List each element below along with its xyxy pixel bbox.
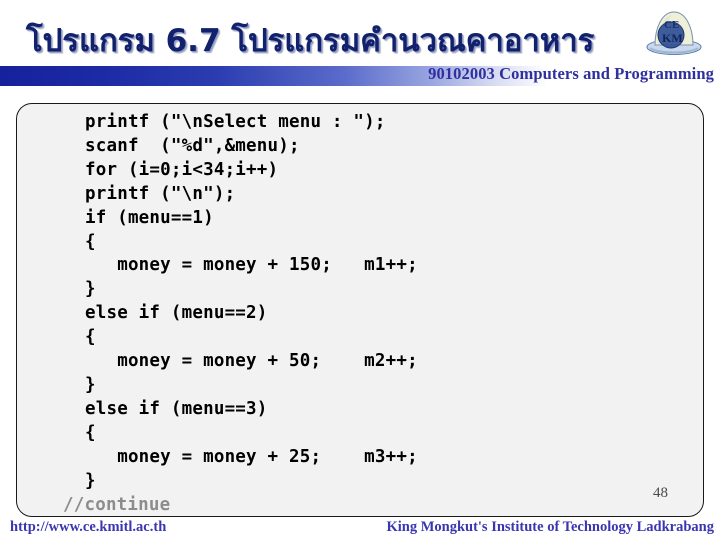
course-banner-label: 90102003 Computers and Programming	[428, 64, 714, 83]
code-line: {	[85, 327, 96, 348]
code-panel: printf ("\nSelect menu : "); scanf ("%d"…	[16, 103, 704, 517]
code-line: printf ("\nSelect menu : ");	[85, 112, 386, 132]
footer-institution: King Mongkut's Institute of Technology L…	[386, 519, 714, 535]
page-title: โปรแกรม 6.7 โปรแกรมคำนวณคาอาหาร	[26, 23, 595, 59]
page-number: 48	[653, 485, 668, 501]
code-line: money = money + 25; m3++;	[85, 446, 418, 467]
code-line: else if (menu==3)	[85, 398, 268, 419]
code-line: printf ("\n");	[85, 183, 236, 204]
code-line: }	[85, 470, 96, 491]
code-line: scanf ("%d",&menu);	[85, 135, 300, 156]
code-listing: printf ("\nSelect menu : "); scanf ("%d"…	[63, 111, 418, 516]
svg-text:KM: KM	[662, 31, 683, 45]
svg-text:CE: CE	[664, 19, 679, 31]
code-line: }	[85, 374, 96, 395]
code-trailing-comment: //continue	[63, 494, 171, 515]
code-line: }	[85, 279, 96, 300]
code-line: money = money + 50; m2++;	[85, 351, 418, 372]
footer-url[interactable]: http://www.ce.kmitl.ac.th	[10, 519, 166, 536]
code-line: if (menu==1)	[85, 207, 214, 228]
code-line: {	[85, 231, 96, 252]
code-line: {	[85, 422, 96, 443]
code-line: money = money + 150; m1++;	[85, 255, 418, 276]
code-line: else if (menu==2)	[85, 303, 268, 324]
code-line: for (i=0;i<34;i++)	[85, 159, 279, 180]
ce-kmitl-logo: CE KM	[638, 4, 710, 60]
